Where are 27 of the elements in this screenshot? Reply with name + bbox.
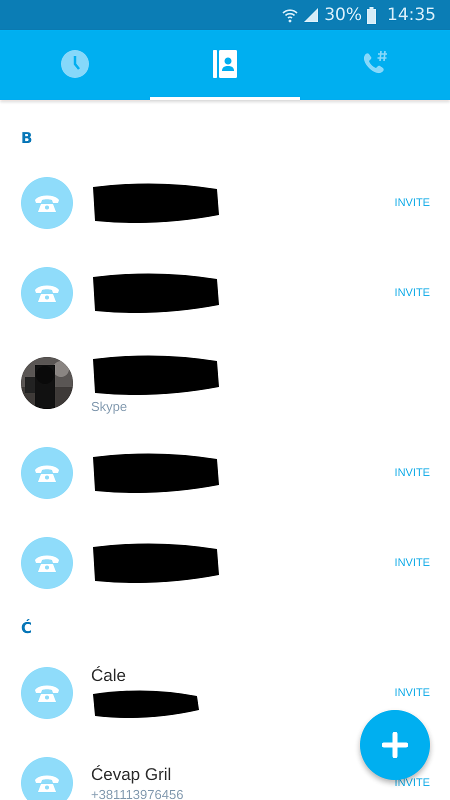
telephone-icon: [34, 284, 60, 302]
invite-button[interactable]: INVITE: [394, 197, 430, 209]
invite-button[interactable]: INVITE: [394, 287, 430, 299]
telephone-icon: [34, 774, 60, 792]
telephone-icon: [34, 554, 60, 572]
invite-button[interactable]: INVITE: [394, 557, 430, 569]
contact-subtitle: +381113976456: [91, 786, 184, 800]
wifi-icon: [282, 7, 298, 23]
invite-button[interactable]: INVITE: [394, 687, 430, 699]
invite-button[interactable]: INVITE: [394, 467, 430, 479]
section-letter: Ć: [21, 619, 32, 637]
battery-icon: [367, 6, 376, 24]
contact-name: Ćevap Gril: [91, 764, 172, 784]
invite-button[interactable]: INVITE: [394, 777, 430, 789]
clock-icon: [61, 50, 89, 78]
contact-book-icon: [213, 50, 237, 78]
telephone-icon: [34, 464, 60, 482]
section-letter: B: [21, 129, 32, 147]
telephone-icon: [34, 194, 60, 212]
plus-icon: [382, 732, 408, 758]
battery-percent: 30%: [324, 5, 362, 25]
signal-icon: [303, 7, 320, 23]
contact-name: Ćale: [91, 666, 127, 686]
telephone-icon: [34, 684, 60, 702]
clock-time: 14:35: [387, 5, 436, 25]
add-button[interactable]: [360, 710, 430, 780]
contact-subtitle: Skype: [91, 398, 128, 414]
